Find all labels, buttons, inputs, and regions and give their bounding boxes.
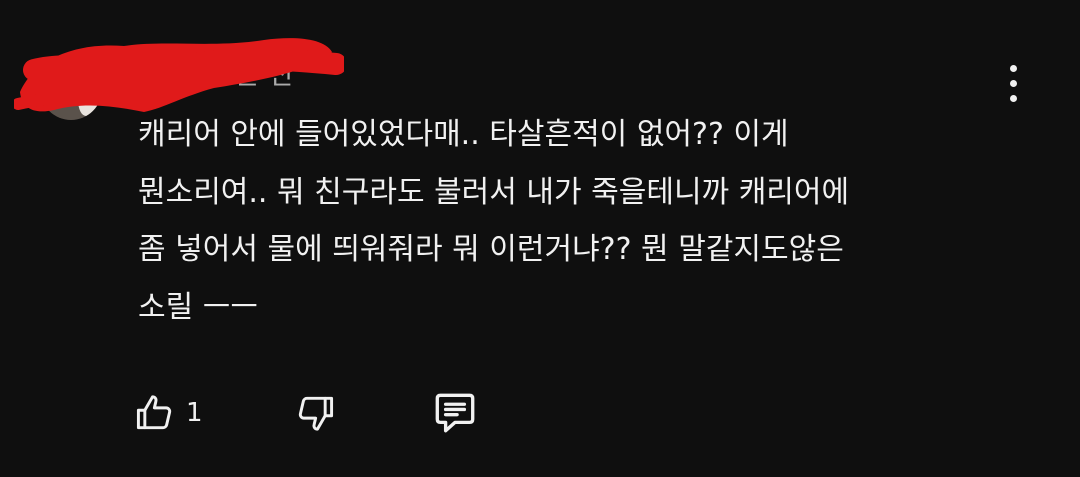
avatar-image [78, 76, 98, 116]
avatar[interactable] [40, 58, 102, 120]
author-name[interactable]: ya [140, 57, 173, 88]
comment-timestamp[interactable]: 45분 전 [200, 53, 293, 92]
comment-text: 캐리어 안에 들어있었다매.. 타살흔적이 없어?? 이게 뭔소리여.. 뭐 친… [138, 106, 1018, 336]
like-button[interactable]: 1 [132, 388, 203, 438]
more-vertical-icon-dot [1009, 79, 1017, 87]
comment-thread-item: ya • 45분 전 캐리어 안에 들어있었다매.. 타살흔적이 없어?? 이게… [0, 0, 1080, 477]
like-count: 1 [186, 398, 203, 428]
thumb-down-icon [294, 391, 338, 435]
more-options-button[interactable] [998, 58, 1028, 108]
reply-button[interactable] [430, 388, 480, 438]
more-vertical-icon [1009, 64, 1017, 72]
comment-header: ya • 45분 전 [140, 52, 293, 92]
comment-line: 캐리어 안에 들어있었다매.. 타살흔적이 없어?? 이게 [138, 117, 789, 152]
comment-icon [430, 388, 480, 438]
comment-line: 소릴 ㅡㅡ [138, 289, 258, 325]
dislike-button[interactable] [294, 388, 338, 438]
comment-line: 뭔소리여.. 뭐 친구라도 불러서 내가 죽을테니까 캐리어에 [138, 174, 850, 210]
thumb-up-icon [132, 391, 176, 435]
comment-line: 좀 넣어서 물에 띄워줘라 뭐 이런거냐?? 뭔 말같지도않은 [138, 232, 844, 268]
more-vertical-icon-dot [1009, 94, 1017, 102]
header-separator: • [178, 56, 195, 88]
